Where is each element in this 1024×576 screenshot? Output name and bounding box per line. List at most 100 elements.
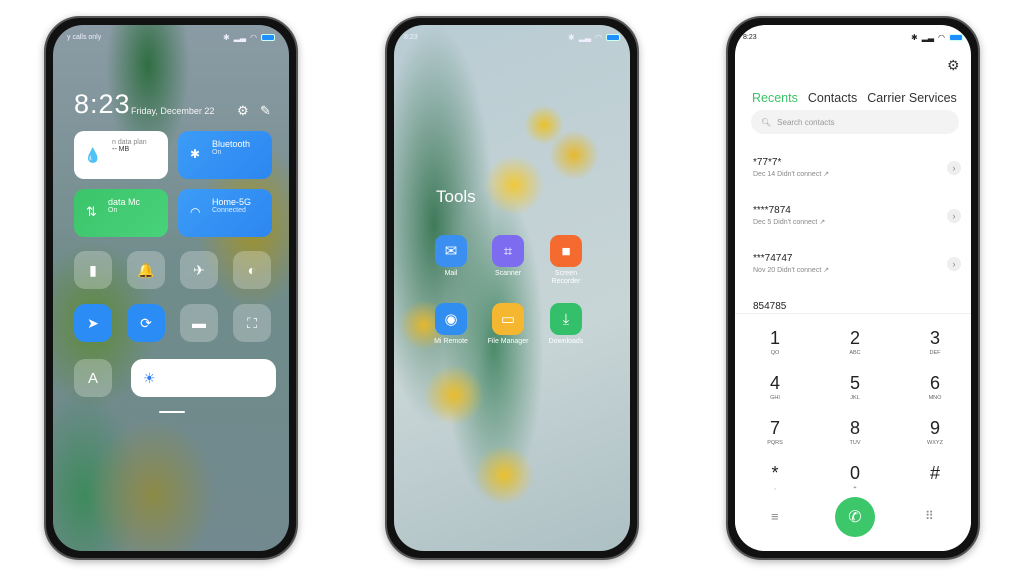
key-letters: , — [774, 485, 776, 491]
edit-icon[interactable]: ✎ — [260, 103, 271, 119]
recent-call-item[interactable]: ****7874 Dec 5 Didn't connect ↗ › — [753, 205, 963, 226]
settings-icon[interactable]: ⚙ — [237, 103, 249, 119]
flashlight-icon: ▮ — [89, 261, 97, 278]
key-digit: 8 — [849, 418, 860, 438]
tile-title: Bluetooth — [212, 139, 251, 149]
recent-call-item[interactable]: *77*7* Dec 14 Didn't connect ↗ › — [753, 157, 963, 178]
font-size-button[interactable]: A — [74, 359, 112, 397]
wallpaper — [394, 25, 630, 551]
app-label: Downloads — [548, 338, 584, 345]
tile-title: n data plan — [112, 139, 147, 146]
drag-handle[interactable] — [159, 411, 185, 413]
chevron-right-icon[interactable]: › — [947, 161, 961, 175]
key-digit: 2 — [849, 328, 860, 348]
chevron-right-icon[interactable]: › — [947, 209, 961, 223]
wifi-tile[interactable]: ◠ Home-5G Connected — [178, 189, 272, 237]
key-letters: QO — [770, 350, 780, 356]
carrier-text: y calls only — [67, 33, 102, 41]
wifi-icon: ◠ — [190, 205, 201, 219]
battery-icon — [261, 33, 275, 41]
dial-key-2[interactable]: 2 ABC — [825, 328, 885, 356]
app-icon: ◉ — [435, 303, 467, 335]
dial-key-4[interactable]: 4 GHI — [745, 373, 805, 401]
app-label: Mi Remote — [434, 338, 468, 345]
dial-key-9[interactable]: 9 WXYZ — [905, 418, 965, 446]
tab-contacts[interactable]: Contacts — [808, 91, 857, 105]
dial-key-*[interactable]: *, — [745, 463, 805, 491]
app-file-manager[interactable]: ▭ File Manager — [483, 303, 533, 346]
mobile-data-tile[interactable]: ⇅ data Mc On — [74, 189, 168, 237]
app-mi-remote[interactable]: ◉ Mi Remote — [426, 303, 476, 346]
bluetooth-icon: ✱ — [223, 32, 230, 42]
tab-carrier-services[interactable]: Carrier Services — [867, 91, 957, 105]
dial-key-1[interactable]: 1 QO — [745, 328, 805, 356]
key-digit: 9 — [929, 418, 940, 438]
bell-icon: 🔔 — [137, 261, 155, 278]
scanner-toggle[interactable]: ⛶ — [233, 304, 271, 342]
call-number: *77*7* — [753, 157, 782, 168]
settings-icon[interactable]: ⚙ — [947, 57, 960, 74]
key-digit: # — [929, 463, 940, 483]
rotation-lock-toggle[interactable]: ⟳ — [127, 304, 165, 342]
status-time: 8:23 — [743, 33, 757, 41]
wifi-icon: ◠ — [595, 32, 602, 42]
location-arrow-icon: ➤ — [87, 314, 99, 331]
tile-title: Home-5G — [212, 197, 252, 207]
bluetooth-tile[interactable]: ✱ Bluetooth On — [178, 131, 272, 179]
scan-icon: ⛶ — [247, 314, 257, 331]
wifi-icon: ◠ — [250, 32, 257, 42]
status-bar: 8:23 ✱ ▂▃ ◠ — [735, 25, 971, 49]
screen-record-toggle[interactable]: ▬ — [180, 304, 218, 342]
keypad-toggle-icon[interactable]: ⠿ — [925, 509, 934, 523]
dial-key-5[interactable]: 5 JKL — [825, 373, 885, 401]
sound-toggle[interactable]: 🔔 — [127, 251, 165, 289]
app-downloads[interactable]: ⤓ Downloads — [541, 303, 591, 346]
font-label: A — [87, 369, 98, 387]
folder-title: Tools — [436, 187, 476, 206]
call-detail: Nov 20 Didn't connect ↗ — [753, 267, 830, 274]
flashlight-toggle[interactable]: ▮ — [74, 251, 112, 289]
bluetooth-icon: ✱ — [911, 32, 918, 42]
search-icon: 🔍︎ — [761, 117, 772, 127]
dial-key-3[interactable]: 3 DEF — [905, 328, 965, 356]
dial-key-6[interactable]: 6 MNO — [905, 373, 965, 401]
signal-icon: ▂▃ — [578, 32, 592, 42]
app-screen-recorder[interactable]: ■ Screen Recorder — [541, 235, 591, 286]
phone-icon: ✆ — [848, 509, 862, 526]
search-input[interactable]: 🔍︎ Search contacts — [751, 110, 959, 134]
key-digit: 0 — [849, 463, 860, 483]
tab-recents[interactable]: Recents — [752, 91, 798, 105]
tile-title: data Mc — [108, 197, 141, 207]
date: Friday, December 22 — [131, 106, 215, 116]
tile-sub: Connected — [212, 207, 246, 214]
status-bar: 8:23 ✱ ▂▃ ◠ — [394, 25, 630, 49]
app-label: File Manager — [487, 338, 529, 345]
key-digit: 6 — [929, 373, 940, 393]
call-button[interactable]: ✆ — [835, 497, 875, 537]
dial-key-#[interactable]: # — [905, 463, 965, 485]
location-toggle[interactable]: ➤ — [74, 304, 112, 342]
app-icon: ▭ — [492, 303, 524, 335]
recent-call-item[interactable]: ***74747 Nov 20 Didn't connect ↗ › — [753, 253, 963, 274]
key-letters: MNO — [928, 395, 942, 401]
data-plan-tile[interactable]: 💧 n data plan -- MB — [74, 131, 168, 179]
app-label: Scanner — [494, 270, 522, 277]
water-drop-icon: 💧 — [84, 147, 102, 163]
wifi-icon: ◠ — [938, 32, 945, 42]
call-detail: Dec 14 Didn't connect ↗ — [753, 171, 830, 178]
app-icon: ⤓ — [550, 303, 582, 335]
dark-mode-toggle[interactable]: ◐ — [233, 251, 271, 289]
dial-key-8[interactable]: 8 TUV — [825, 418, 885, 446]
battery-icon — [606, 33, 620, 41]
dial-key-7[interactable]: 7 PQRS — [745, 418, 805, 446]
signal-icon: ▂▃ — [921, 32, 935, 42]
menu-icon[interactable]: ≡ — [771, 509, 779, 524]
brightness-slider[interactable]: ☀ — [131, 359, 276, 397]
app-mail[interactable]: ✉ Mail — [426, 235, 476, 278]
app-scanner[interactable]: ⌗ Scanner — [483, 235, 533, 278]
dial-key-0[interactable]: 0 + — [825, 463, 885, 491]
status-time: 8:23 — [404, 33, 418, 41]
airplane-toggle[interactable]: ✈ — [180, 251, 218, 289]
key-digit: 4 — [769, 373, 780, 393]
chevron-right-icon[interactable]: › — [947, 257, 961, 271]
